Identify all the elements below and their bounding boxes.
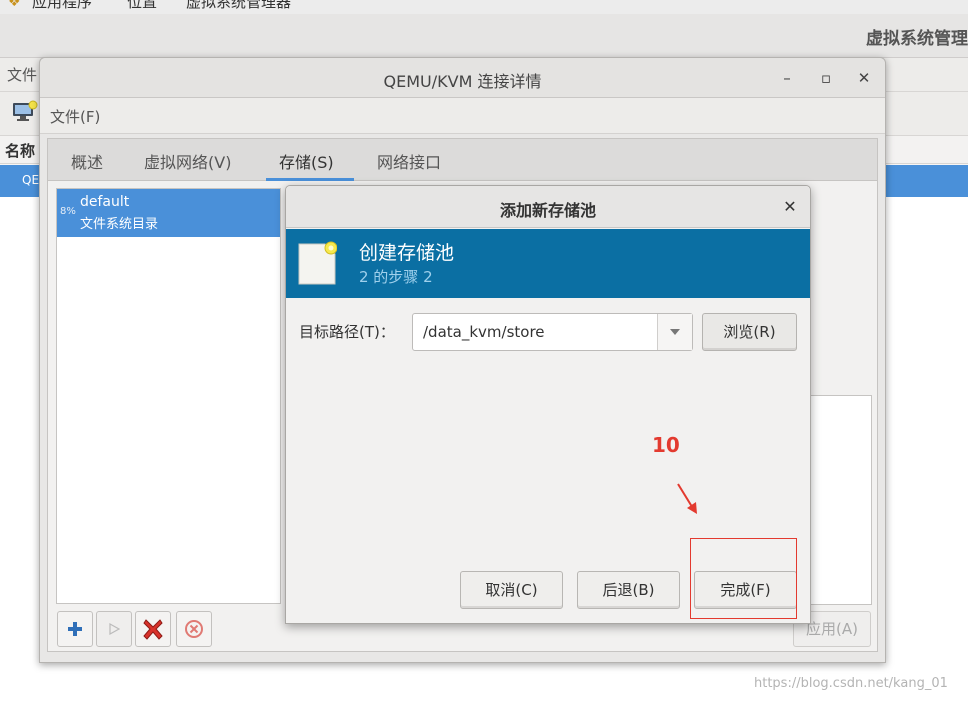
annotation-arrow-icon	[677, 483, 697, 514]
dialog-titlebar: 添加新存储池 ✕	[286, 186, 810, 228]
tab-storage[interactable]: 存储(S)	[279, 149, 334, 173]
active-app-menu[interactable]: 虚拟系统管理器	[186, 0, 291, 12]
pool-type: 文件系统目录	[80, 217, 159, 232]
dialog-header: 创建存储池 2 的步骤 2	[286, 229, 810, 298]
places-menu[interactable]: 位置	[127, 0, 157, 12]
target-path-combo	[412, 313, 693, 351]
add-pool-button[interactable]	[57, 611, 93, 647]
target-path-input[interactable]	[413, 314, 656, 350]
delete-x-icon	[143, 619, 163, 640]
pool-usage: 8%	[60, 206, 76, 217]
start-pool-button[interactable]	[96, 611, 132, 647]
new-storage-icon	[297, 238, 338, 286]
tab-network-interfaces[interactable]: 网络接口	[377, 149, 441, 173]
minimize-icon[interactable]: –	[776, 67, 798, 89]
storage-pool-row[interactable]: 8% default 文件系统目录	[57, 189, 280, 237]
top-panel: ❖ 应用程序 位置 虚拟系统管理器	[0, 0, 968, 14]
dialog-close-icon[interactable]: ✕	[780, 197, 800, 217]
plus-icon	[68, 622, 82, 636]
cancel-button[interactable]: 取消(C)	[460, 571, 563, 609]
connection-title: QEMU/KVM 连接详情	[383, 72, 542, 91]
active-tab-indicator	[266, 178, 354, 181]
play-icon	[109, 622, 121, 636]
dialog-header-title: 创建存储池	[359, 242, 455, 264]
applications-menu[interactable]: 应用程序	[32, 0, 92, 12]
storage-pool-list: 8% default 文件系统目录	[56, 188, 281, 604]
tab-virtual-networks[interactable]: 虚拟网络(V)	[144, 149, 231, 173]
tab-overview[interactable]: 概述	[71, 149, 103, 173]
annotation-highlight-box	[690, 538, 797, 619]
maximize-icon[interactable]: ▫	[815, 67, 837, 89]
bg-menu-file[interactable]: 文件	[7, 64, 37, 85]
back-button[interactable]: 后退(B)	[577, 571, 680, 609]
bg-column-name[interactable]: 名称	[5, 140, 35, 161]
bg-window-titlebar	[0, 14, 968, 58]
annotation-step-number: 10	[652, 433, 680, 457]
target-path-label: 目标路径(T)：	[299, 323, 395, 341]
connection-menu-file[interactable]: 文件(F)	[50, 106, 100, 127]
pool-name: default	[80, 194, 130, 210]
tab-bar: 概述 虚拟网络(V) 存储(S) 网络接口	[48, 139, 877, 181]
stop-pool-button[interactable]	[135, 611, 171, 647]
delete-pool-button[interactable]	[176, 611, 212, 647]
applications-icon: ❖	[8, 0, 21, 10]
target-path-dropdown-button[interactable]	[657, 314, 692, 350]
new-vm-icon[interactable]	[12, 100, 38, 122]
dialog-step-indicator: 2 的步骤 2	[359, 268, 433, 286]
browse-button[interactable]: 浏览(R)	[702, 313, 797, 351]
bg-window-title: 虚拟系统管理	[866, 29, 968, 49]
delete-circle-icon	[185, 620, 203, 638]
watermark: https://blog.csdn.net/kang_01	[754, 676, 948, 691]
connection-titlebar: QEMU/KVM 连接详情 – ▫ ✕	[40, 58, 885, 98]
bg-selected-row-label: QE	[22, 173, 40, 187]
connection-menubar: 文件(F)	[40, 98, 885, 134]
chevron-down-icon	[670, 329, 680, 335]
close-icon[interactable]: ✕	[853, 67, 875, 89]
dialog-title: 添加新存储池	[499, 201, 596, 220]
